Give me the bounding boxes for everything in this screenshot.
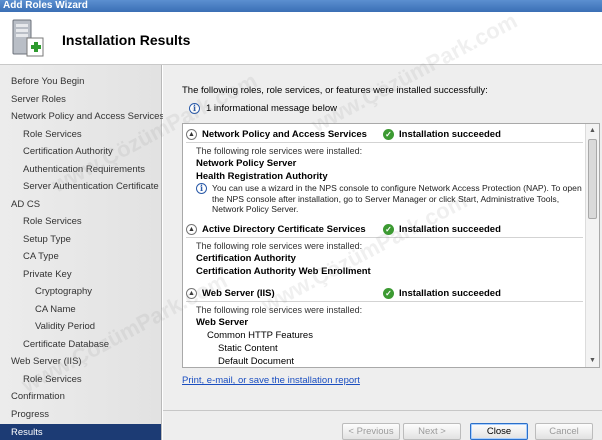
role-services-intro: The following role services were install…	[196, 241, 363, 251]
role-service-item: Web Server	[196, 317, 249, 328]
sidebar-item-iis-role-services[interactable]: Role Services	[0, 371, 161, 388]
divider	[186, 237, 583, 238]
collapse-icon[interactable]: ▲	[186, 224, 197, 235]
sidebar-item-network-policy[interactable]: Network Policy and Access Services	[0, 108, 164, 125]
role-result-web-server: ▲ Web Server (IIS) ✓ Installation succeede…	[183, 288, 586, 367]
info-message-summary: i 1 informational message below	[189, 103, 337, 114]
role-service-item: Static Content	[218, 343, 278, 354]
role-header: ▲ Network Policy and Access Services	[186, 129, 367, 140]
footer-divider	[163, 410, 602, 411]
info-icon: i	[189, 103, 200, 114]
role-service-item: Default Document	[218, 356, 295, 367]
sidebar-item-nps-role-services[interactable]: Role Services	[0, 126, 161, 143]
next-button[interactable]: Next >	[403, 423, 461, 440]
role-status: ✓ Installation succeeded	[383, 288, 501, 299]
cancel-button[interactable]: Cancel	[535, 423, 593, 440]
role-header: ▲ Web Server (IIS)	[186, 288, 275, 299]
role-status-text: Installation succeeded	[399, 129, 501, 141]
role-status: ✓ Installation succeeded	[383, 129, 501, 140]
wizard-steps-sidebar: Before You Begin Server Roles Network Po…	[0, 65, 164, 440]
info-icon: i	[196, 183, 207, 194]
role-result-ad-cs: ▲ Active Directory Certificate Services ✓…	[183, 224, 586, 284]
role-header: ▲ Active Directory Certificate Services	[186, 224, 366, 235]
sidebar-item-private-key[interactable]: Private Key	[0, 266, 161, 283]
success-check-icon: ✓	[383, 224, 394, 235]
role-service-item: Common HTTP Features	[207, 330, 313, 341]
role-name: Active Directory Certificate Services	[202, 224, 366, 236]
sidebar-item-web-server-iis[interactable]: Web Server (IIS)	[0, 353, 161, 370]
role-status-text: Installation succeeded	[399, 224, 501, 236]
sidebar-item-results[interactable]: Results	[0, 424, 161, 440]
close-button[interactable]: Close	[470, 423, 528, 440]
success-check-icon: ✓	[383, 288, 394, 299]
sidebar-item-ca-name[interactable]: CA Name	[0, 301, 161, 318]
sidebar-item-validity-period[interactable]: Validity Period	[0, 318, 161, 335]
installation-results-list[interactable]: ▲ Network Policy and Access Services ✓ Ins…	[182, 123, 600, 368]
sidebar-item-cryptography[interactable]: Cryptography	[0, 283, 161, 300]
scroll-thumb[interactable]	[588, 139, 597, 219]
server-roles-icon	[12, 19, 44, 57]
previous-button[interactable]: < Previous	[342, 423, 400, 440]
role-service-item: Certification Authority	[196, 253, 296, 264]
wizard-header: Installation Results	[0, 12, 602, 65]
success-check-icon: ✓	[383, 129, 394, 140]
role-result-nps: ▲ Network Policy and Access Services ✓ Ins…	[183, 129, 586, 224]
info-count-text: 1 informational message below	[206, 103, 337, 115]
role-name: Network Policy and Access Services	[202, 129, 367, 141]
sidebar-item-ad-cs[interactable]: AD CS	[0, 196, 161, 213]
sidebar-item-server-authentication-certificate[interactable]: Server Authentication Certificate	[0, 178, 161, 195]
sidebar-item-adcs-role-services[interactable]: Role Services	[0, 213, 161, 230]
page-title: Installation Results	[62, 32, 191, 48]
window-titlebar: Add Roles Wizard	[0, 0, 602, 12]
window-title: Add Roles Wizard	[3, 0, 88, 11]
role-service-item: Network Policy Server	[196, 158, 297, 169]
sidebar-item-authentication-requirements[interactable]: Authentication Requirements	[0, 161, 161, 178]
divider	[186, 142, 583, 143]
role-services-intro: The following role services were install…	[196, 146, 363, 156]
sidebar-item-setup-type[interactable]: Setup Type	[0, 231, 161, 248]
sidebar-item-before-you-begin[interactable]: Before You Begin	[0, 73, 161, 90]
role-status-text: Installation succeeded	[399, 288, 501, 300]
divider	[186, 301, 583, 302]
sidebar-item-certification-authority[interactable]: Certification Authority	[0, 143, 161, 160]
sidebar-item-confirmation[interactable]: Confirmation	[0, 388, 161, 405]
sidebar-item-ca-type[interactable]: CA Type	[0, 248, 161, 265]
sidebar-item-server-roles[interactable]: Server Roles	[0, 91, 161, 108]
role-name: Web Server (IIS)	[202, 288, 275, 300]
results-intro-text: The following roles, role services, or f…	[182, 85, 488, 96]
collapse-icon[interactable]: ▲	[186, 288, 197, 299]
wizard-main-panel: The following roles, role services, or f…	[163, 65, 602, 440]
role-service-item: Health Registration Authority	[196, 171, 328, 182]
role-services-intro: The following role services were install…	[196, 305, 363, 315]
results-scrollbar[interactable]: ▲ ▼	[585, 124, 599, 367]
role-service-item: Certification Authority Web Enrollment	[196, 266, 371, 277]
scroll-up-icon[interactable]: ▲	[586, 124, 599, 137]
note-text: You can use a wizard in the NPS console …	[212, 183, 582, 215]
installation-report-link[interactable]: Print, e-mail, or save the installation …	[182, 375, 360, 386]
role-status: ✓ Installation succeeded	[383, 224, 501, 235]
collapse-icon[interactable]: ▲	[186, 129, 197, 140]
sidebar-item-progress[interactable]: Progress	[0, 406, 161, 423]
sidebar-item-certificate-database[interactable]: Certificate Database	[0, 336, 161, 353]
scroll-down-icon[interactable]: ▼	[586, 354, 599, 367]
